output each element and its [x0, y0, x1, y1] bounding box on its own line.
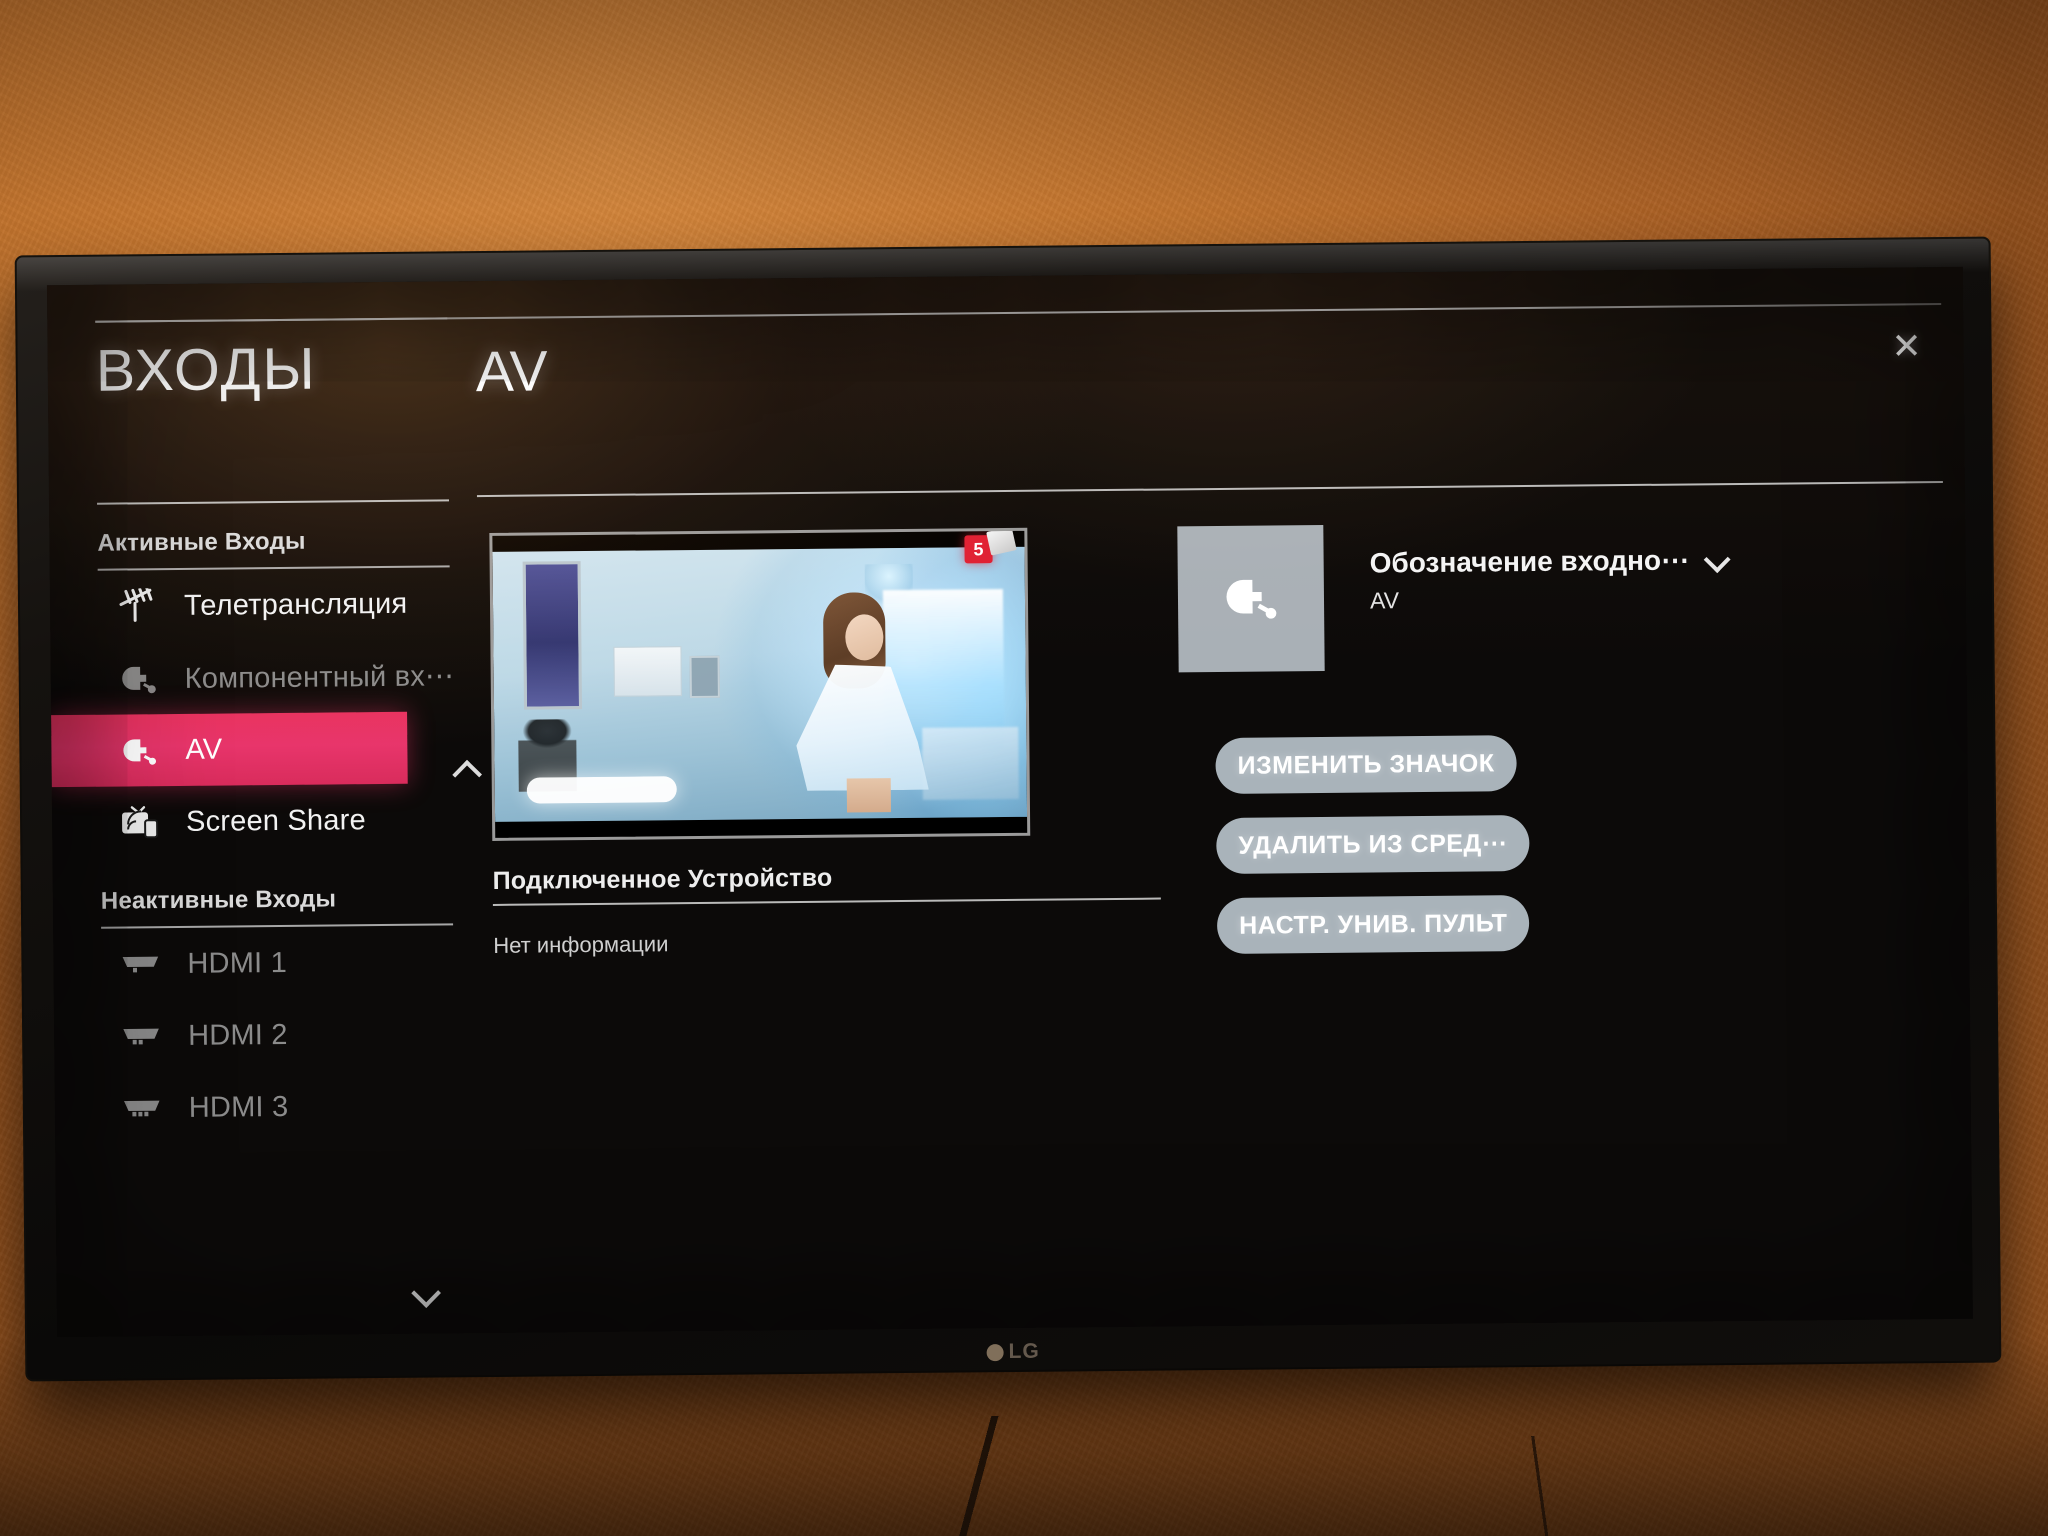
- sidebar-item-label: AV: [185, 733, 223, 766]
- close-icon[interactable]: ✕: [1877, 317, 1936, 376]
- page-title: ВХОДЫ: [95, 335, 317, 404]
- dropdown-label: Обозначение входно⋯: [1369, 544, 1690, 579]
- av-plug-icon: [115, 730, 163, 770]
- connected-device-divider: [492, 897, 1161, 906]
- remove-from-home-button[interactable]: УДАЛИТЬ ИЗ СРЕД⋯: [1216, 814, 1530, 875]
- tv-secondary-cable: [1390, 1436, 1690, 1536]
- tv-bezel: ВХОДЫ AV ✕ Активные Входы Телетрансляция…: [16, 238, 2000, 1380]
- input-label-dropdown[interactable]: Обозначение входно⋯ AV: [1369, 542, 1790, 614]
- lg-brand-logo: LG: [986, 1339, 1040, 1365]
- preview-lamp: [613, 646, 682, 697]
- dropdown-value: AV: [1369, 587, 1400, 614]
- hdmi-icon: [117, 944, 165, 984]
- sidebar-item-label: HDMI 2: [187, 1018, 288, 1052]
- chevron-down-icon: [413, 1280, 439, 1306]
- connected-device-info: Нет информации: [493, 931, 669, 958]
- chevron-up-icon: [453, 758, 479, 784]
- inputs-menu-overlay: ВХОДЫ AV ✕ Активные Входы Телетрансляция…: [47, 267, 1973, 1337]
- sidebar-section-label-active: Активные Входы: [97, 527, 306, 557]
- lg-logo-text: LG: [1008, 1339, 1040, 1364]
- input-detail-panel: 5 Подключенное Устройство Нет информации: [477, 501, 1951, 1333]
- sidebar-header-divider: [97, 499, 450, 505]
- screen-share-icon: [116, 802, 164, 842]
- preview-wall-picture: [522, 561, 583, 710]
- tv-screen: ВХОДЫ AV ✕ Активные Входы Телетрансляция…: [46, 266, 1973, 1338]
- sidebar-item-hdmi-1[interactable]: HDMI 1: [53, 926, 410, 1001]
- input-icon-tile[interactable]: [1177, 524, 1325, 673]
- sidebar-section-header-active: Активные Входы: [97, 513, 450, 571]
- hdmi-icon: [119, 1088, 167, 1128]
- connected-device-heading: Подключенное Устройство: [492, 863, 833, 895]
- connected-device-header: Подключенное Устройство: [493, 861, 1161, 906]
- sidebar-item-label: HDMI 3: [188, 1090, 289, 1124]
- hdmi-icon: [118, 1016, 166, 1056]
- input-video-preview[interactable]: 5: [489, 527, 1031, 841]
- sidebar-item-label: Компонентный вх⋯: [184, 659, 455, 695]
- preview-video-frame: [492, 546, 1028, 822]
- television-set: ВХОДЫ AV ✕ Активные Входы Телетрансляция…: [16, 238, 2000, 1380]
- wall-top-shadow: [0, 0, 2048, 210]
- change-icon-button[interactable]: ИЗМЕНИТЬ ЗНАЧОК: [1215, 735, 1517, 795]
- av-plug-icon: [1217, 570, 1286, 628]
- sidebar-item-label: Телетрансляция: [183, 587, 408, 622]
- preview-person-face: [845, 614, 884, 661]
- sidebar-item-av[interactable]: AV: [51, 711, 408, 788]
- main-header-divider: [476, 481, 1943, 498]
- preview-person-dress: [796, 664, 929, 791]
- sidebar-item-hdmi-2[interactable]: HDMI 2: [54, 998, 411, 1073]
- preview-subtitle-bar: [526, 776, 677, 804]
- dropdown-row: Обозначение входно⋯: [1369, 542, 1789, 579]
- component-plug-icon: [115, 658, 163, 698]
- lg-logo-mark: [986, 1343, 1004, 1361]
- sidebar-item-component[interactable]: Компонентный вх⋯: [50, 640, 454, 715]
- antenna-icon: [114, 586, 162, 626]
- tv-power-cable: [600, 1416, 1360, 1536]
- input-settings-column: Обозначение входно⋯ AV ИЗМЕНИТЬ ЗНАЧОК У…: [1177, 519, 1943, 954]
- sms-envelope-icon: [986, 527, 1017, 556]
- chevron-down-icon[interactable]: [1705, 548, 1729, 572]
- sidebar-item-screen-share[interactable]: Screen Share: [52, 784, 409, 859]
- preview-person: [789, 592, 939, 813]
- sidebar-section-header-inactive: Неактивные Входы: [100, 871, 454, 929]
- universal-remote-setup-button[interactable]: НАСТР. УНИВ. ПУЛЬТ: [1216, 895, 1530, 954]
- sidebar-section-label-inactive: Неактивные Входы: [100, 885, 337, 915]
- preview-small-frame: [689, 655, 720, 699]
- sidebar-item-label: HDMI 1: [187, 946, 288, 980]
- sidebar-item-broadcast[interactable]: Телетрансляция: [50, 568, 407, 643]
- sidebar-item-label: Screen Share: [185, 803, 366, 838]
- scroll-down-button[interactable]: [402, 1273, 448, 1313]
- header-top-divider: [95, 303, 1942, 323]
- sidebar-item-hdmi-3[interactable]: HDMI 3: [54, 1070, 411, 1145]
- inputs-sidebar: Активные Входы Телетрансляция Компонентн…: [49, 513, 477, 1337]
- panel-title: AV: [475, 339, 548, 405]
- preview-person-legs: [846, 778, 892, 813]
- preview-notification-badge: 5: [964, 527, 1017, 564]
